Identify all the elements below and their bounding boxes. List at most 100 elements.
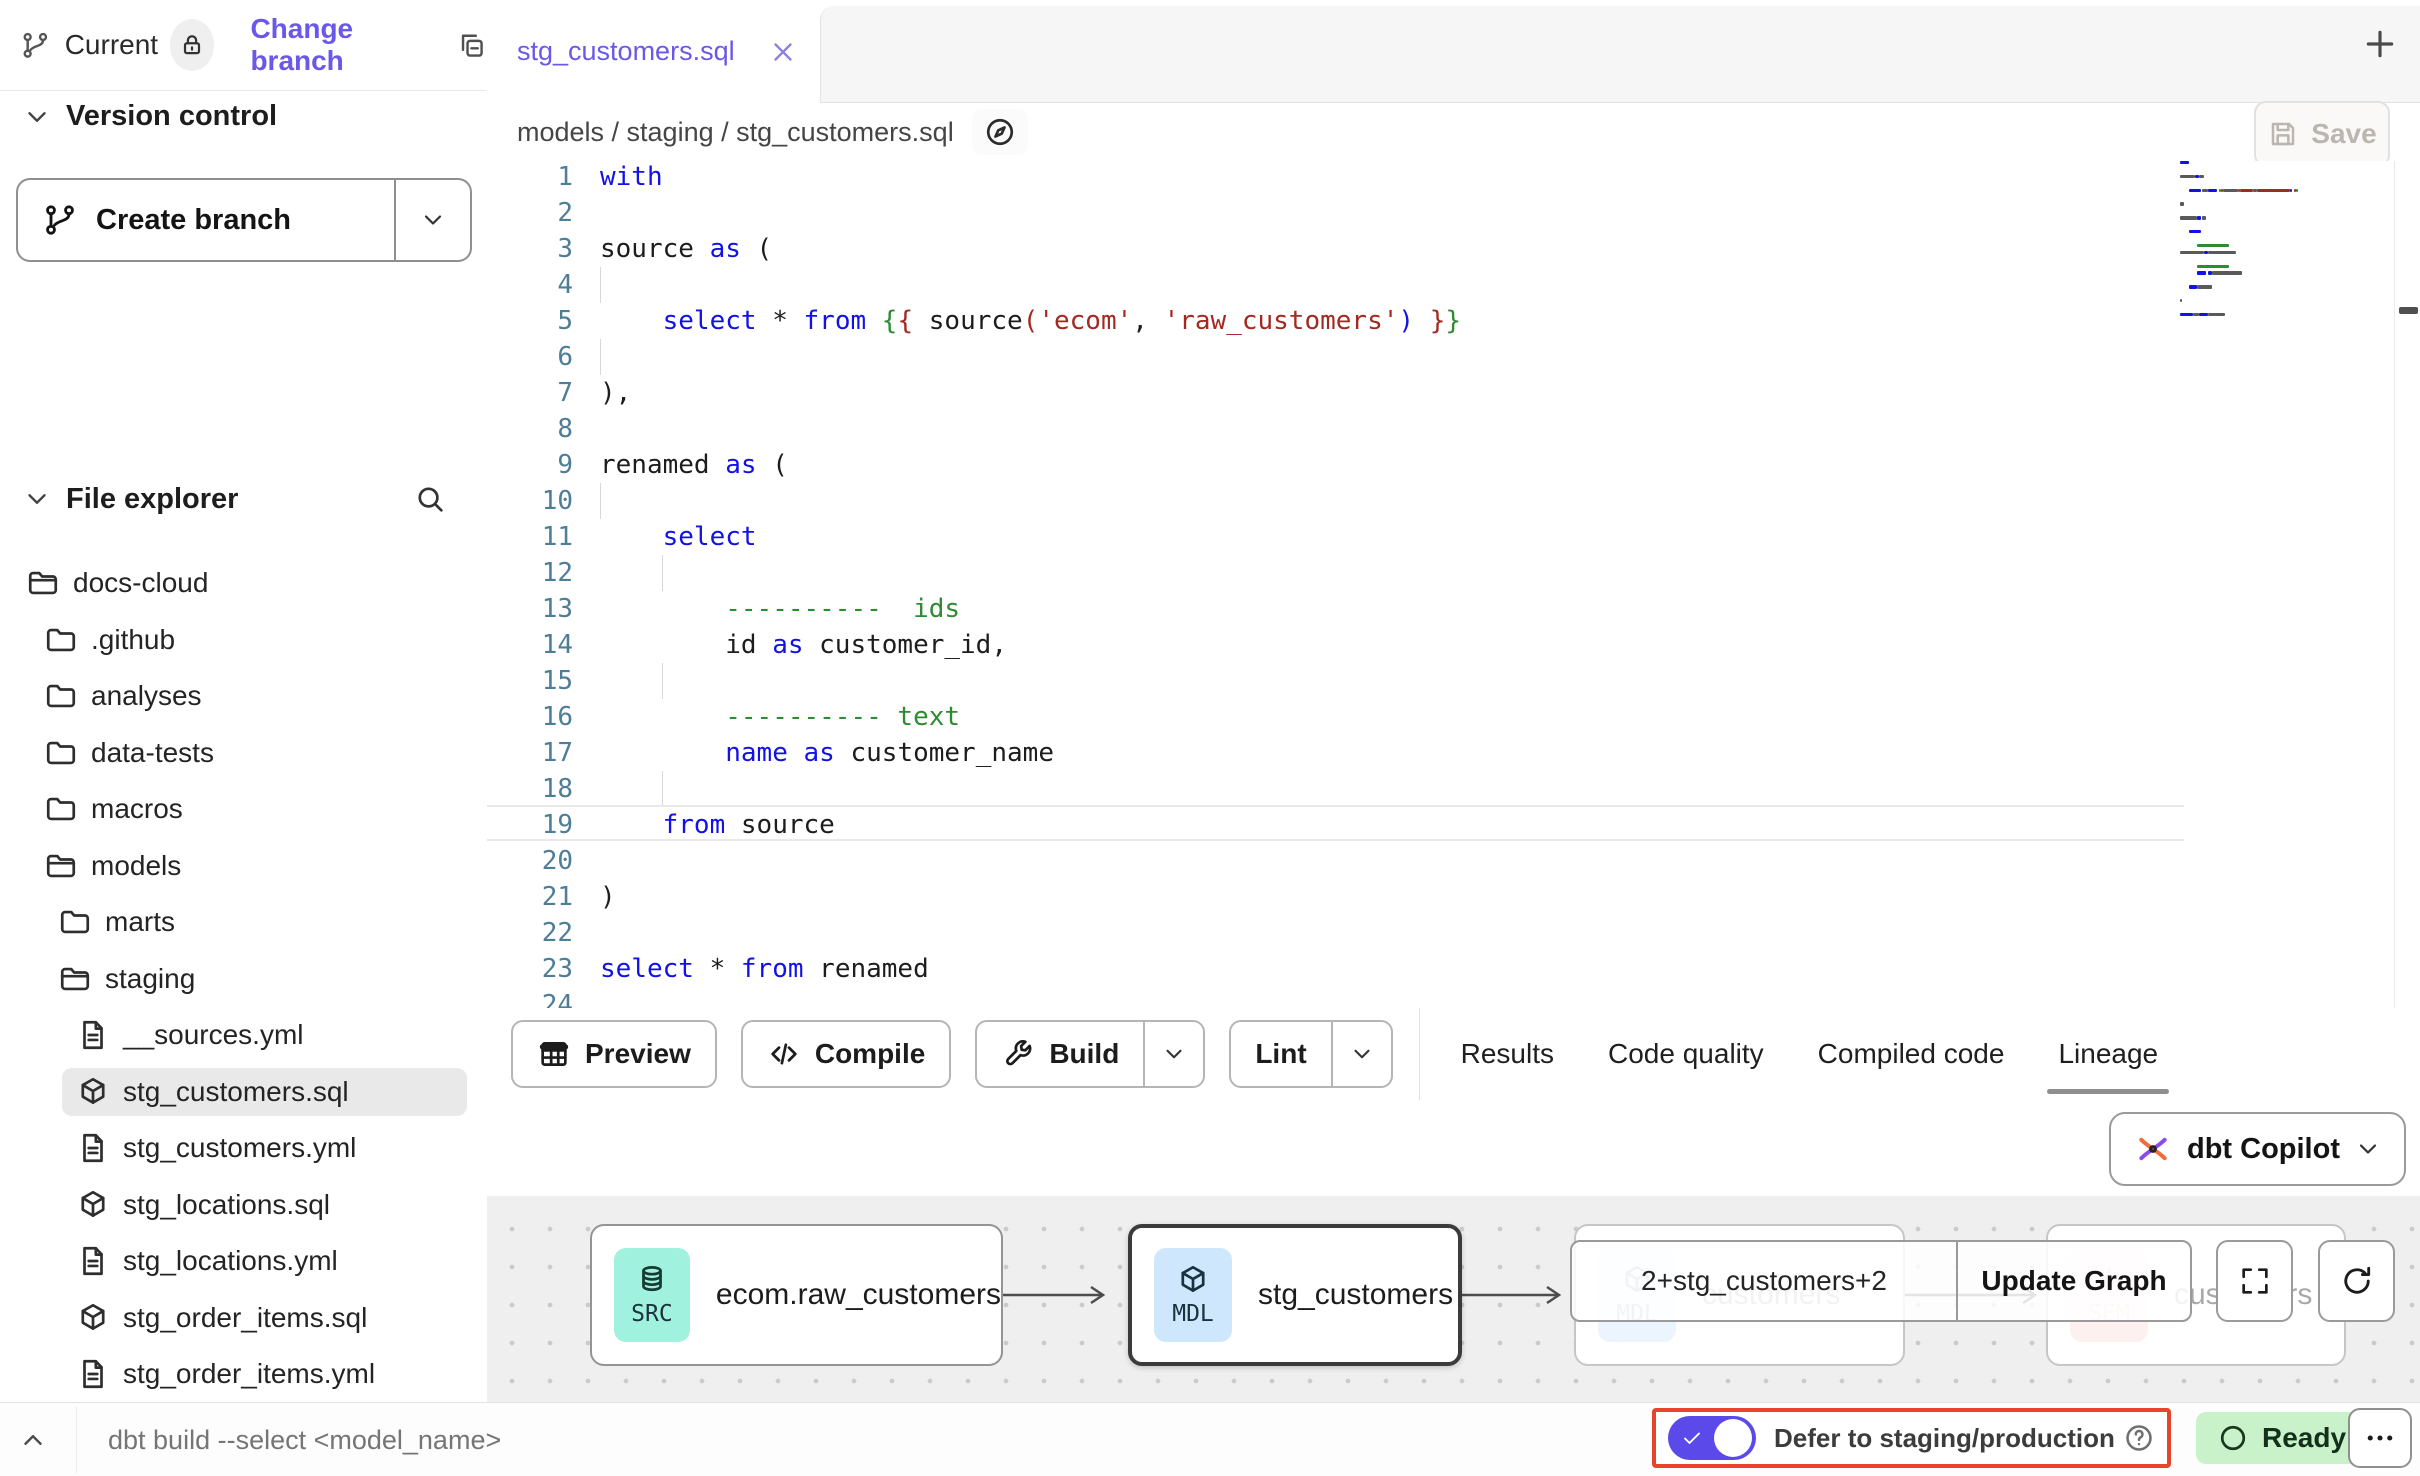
code-editor[interactable]: 1with23source as (45 select * from {{ so… (487, 161, 2420, 1009)
lineage-selector-input[interactable]: 2+stg_customers+2 (1572, 1242, 1958, 1320)
tree-item-stg-order-items-yml[interactable]: stg_order_items.yml (0, 1346, 487, 1403)
tree-item--github[interactable]: .github (0, 612, 487, 669)
code-line-7[interactable]: 7), (487, 375, 2420, 411)
current-branch-label: Current (65, 29, 158, 61)
code-line-21[interactable]: 21) (487, 879, 2420, 915)
compass-icon (983, 115, 1017, 149)
code-line-8[interactable]: 8 (487, 411, 2420, 447)
code-line-12[interactable]: 12 (487, 555, 2420, 591)
code-line-9[interactable]: 9renamed as ( (487, 447, 2420, 483)
toggle-knob (1714, 1419, 1752, 1457)
chevron-up-icon[interactable] (18, 1425, 48, 1455)
close-icon[interactable] (768, 37, 798, 67)
version-control-header[interactable]: Version control (22, 100, 277, 133)
build-button[interactable]: Build (975, 1020, 1205, 1088)
tree-item-marts[interactable]: marts (0, 894, 487, 951)
code-line-24[interactable]: 24 (487, 987, 2420, 1009)
code-text (587, 267, 600, 303)
lint-dropdown[interactable] (1331, 1022, 1391, 1086)
lint-button-main[interactable]: Lint (1231, 1022, 1330, 1086)
update-graph-button[interactable]: Update Graph (1958, 1242, 2190, 1320)
code-line-16[interactable]: 16 ---------- text (487, 699, 2420, 735)
code-line-4[interactable]: 4 (487, 267, 2420, 303)
code-line-10[interactable]: 10 (487, 483, 2420, 519)
table-icon (537, 1037, 571, 1071)
tree-item-stg-locations-sql[interactable]: stg_locations.sql (0, 1177, 487, 1234)
code-line-20[interactable]: 20 (487, 843, 2420, 879)
tree-item-docs-cloud[interactable]: docs-cloud (0, 555, 487, 612)
tree-item-stg-locations-yml[interactable]: stg_locations.yml (0, 1233, 487, 1290)
new-tab-plus-icon[interactable] (2360, 24, 2400, 64)
tree-item-stg-customers-sql[interactable]: stg_customers.sql (0, 1064, 487, 1121)
defer-label: Defer to staging/production (1774, 1423, 2115, 1454)
create-branch-dropdown[interactable] (396, 206, 470, 234)
folder-icon (44, 736, 78, 770)
code-line-18[interactable]: 18 (487, 771, 2420, 807)
save-button[interactable]: Save (2254, 101, 2390, 167)
compile-button-main[interactable]: Compile (743, 1022, 949, 1086)
editor-scrollbar[interactable] (2394, 161, 2395, 1008)
tree-item-staging[interactable]: staging (0, 951, 487, 1008)
line-number: 6 (487, 339, 587, 375)
code-line-11[interactable]: 11 select (487, 519, 2420, 555)
tree-item-data-tests[interactable]: data-tests (0, 725, 487, 782)
file-explorer-header[interactable]: File explorer (22, 482, 465, 516)
command-input[interactable]: dbt build --select <model_name> (108, 1425, 501, 1456)
lineage-node-stg-customers[interactable]: MDLstg_customers (1128, 1224, 1462, 1366)
copy-icon[interactable] (456, 27, 487, 63)
code-line-5[interactable]: 5 select * from {{ source('ecom', 'raw_c… (487, 303, 2420, 339)
tree-item--sources-yml[interactable]: __sources.yml (0, 1007, 487, 1064)
tab-results[interactable]: Results (1434, 1008, 1581, 1100)
tree-item-models[interactable]: models (0, 838, 487, 895)
button-label: Build (1049, 1038, 1119, 1070)
preview-button[interactable]: Preview (511, 1020, 717, 1088)
code-text: ---------- text (587, 699, 960, 735)
compile-button[interactable]: Compile (741, 1020, 951, 1088)
tab-lineage[interactable]: Lineage (2031, 1008, 2185, 1100)
tree-item-stg-customers-yml[interactable]: stg_customers.yml (0, 1120, 487, 1177)
code-line-19[interactable]: 19 from source (487, 807, 2420, 843)
help-icon[interactable] (2123, 1422, 2155, 1454)
code-line-15[interactable]: 15 (487, 663, 2420, 699)
refresh-button[interactable] (2318, 1240, 2395, 1322)
button-label: Lint (1255, 1038, 1306, 1070)
build-button-main[interactable]: Build (977, 1022, 1143, 1086)
line-number: 1 (487, 161, 587, 195)
code-line-2[interactable]: 2 (487, 195, 2420, 231)
code-line-6[interactable]: 6 (487, 339, 2420, 375)
copilot-compass-button[interactable] (972, 109, 1028, 155)
code-line-17[interactable]: 17 name as customer_name (487, 735, 2420, 771)
tab-label: Results (1461, 1038, 1554, 1070)
tab-code-quality[interactable]: Code quality (1581, 1008, 1791, 1100)
tree-item-stg-order-items-sql[interactable]: stg_order_items.sql (0, 1290, 487, 1347)
lint-button[interactable]: Lint (1229, 1020, 1392, 1088)
code-line-1[interactable]: 1with (487, 161, 2420, 195)
line-number: 9 (487, 447, 587, 483)
tree-item-macros[interactable]: macros (0, 781, 487, 838)
create-branch-button[interactable]: Create branch (16, 178, 472, 262)
more-options-button[interactable] (2348, 1408, 2412, 1468)
code-line-23[interactable]: 23select * from renamed (487, 951, 2420, 987)
search-icon[interactable] (413, 482, 447, 516)
fullscreen-button[interactable] (2216, 1240, 2293, 1322)
defer-toggle[interactable] (1668, 1416, 1756, 1460)
create-branch-main[interactable]: Create branch (18, 180, 396, 260)
code-line-3[interactable]: 3source as ( (487, 231, 2420, 267)
tab-stg-customers[interactable]: stg_customers.sql (487, 0, 820, 103)
lineage-panel[interactable]: SRCecom.raw_customersMDLstg_customersMDL… (487, 1196, 2420, 1402)
minimap-slider[interactable] (2399, 307, 2418, 314)
preview-button-main[interactable]: Preview (513, 1022, 715, 1086)
code-line-14[interactable]: 14 id as customer_id, (487, 627, 2420, 663)
tab-compiled-code[interactable]: Compiled code (1791, 1008, 2032, 1100)
indent-guide (600, 483, 601, 519)
lineage-node-ecom-raw-customers[interactable]: SRCecom.raw_customers (590, 1224, 1003, 1366)
tree-item-analyses[interactable]: analyses (0, 668, 487, 725)
dbt-copilot-button[interactable]: dbt Copilot (2109, 1112, 2406, 1186)
button-label: Compile (815, 1038, 925, 1070)
sidebar: Current Change branch Version control Cr… (0, 0, 488, 1402)
change-branch-link[interactable]: Change branch (250, 13, 424, 77)
minimap[interactable] (2180, 161, 2330, 336)
code-line-22[interactable]: 22 (487, 915, 2420, 951)
code-line-13[interactable]: 13 ---------- ids (487, 591, 2420, 627)
build-dropdown[interactable] (1143, 1022, 1203, 1086)
